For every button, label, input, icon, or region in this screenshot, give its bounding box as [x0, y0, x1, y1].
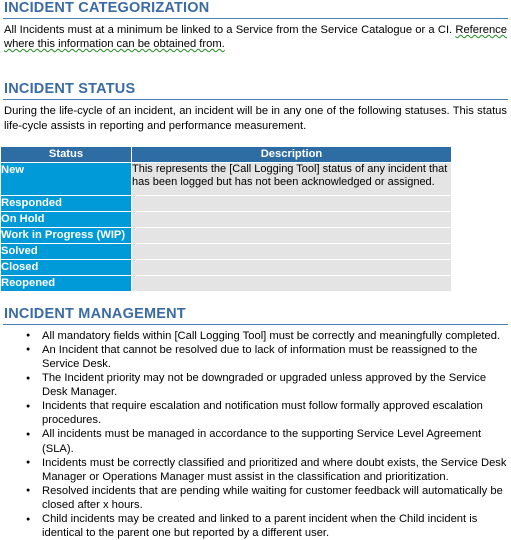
paragraph-incident-status: During the life-cycle of an incident, an… [4, 105, 507, 132]
status-cell-new: New [1, 162, 131, 195]
table-row: On Hold [1, 211, 451, 227]
list-item: An Incident that cannot be resolved due … [26, 342, 507, 371]
table-row: Work in Progress (WIP) [1, 227, 451, 243]
list-item: All incidents must be managed in accorda… [26, 427, 507, 455]
status-cell-solved: Solved [1, 243, 131, 259]
categorization-text-plain: All Incidents must at a minimum be linke… [4, 24, 456, 36]
status-cell-closed: Closed [1, 259, 131, 275]
table-body: New This represents the [Call Logging To… [1, 162, 451, 291]
column-header-status: Status [1, 146, 131, 162]
heading-divider-status [3, 99, 508, 101]
status-cell-on-hold: On Hold [1, 211, 131, 227]
list-item: Incidents must be correctly classified a… [26, 455, 507, 484]
section-incident-status: INCIDENT STATUS During the life-cycle of… [0, 81, 511, 292]
paragraph-incident-categorization: All Incidents must at a minimum be linke… [4, 23, 507, 51]
section-incident-management: INCIDENT MANAGEMENT All mandatory fields… [0, 306, 511, 540]
heading-divider-management [3, 323, 508, 325]
description-cell-on-hold [132, 211, 451, 227]
table-row: Solved [1, 243, 451, 259]
table-row: New This represents the [Call Logging To… [1, 162, 451, 195]
section-incident-categorization: INCIDENT CATEGORIZATION All Incidents mu… [0, 0, 511, 51]
list-item: Child incidents may be created and linke… [26, 512, 507, 540]
description-cell-closed [132, 259, 451, 275]
list-item: Incidents that require escalation and no… [26, 399, 507, 427]
table-header: Status Description [1, 146, 451, 162]
description-cell-solved [132, 243, 451, 259]
status-cell-reopened: Reopened [1, 275, 131, 291]
description-cell-new: This represents the [Call Logging Tool] … [132, 162, 451, 195]
status-cell-work-in-progress: Work in Progress (WIP) [1, 227, 131, 243]
description-cell-work-in-progress [132, 227, 451, 243]
table-header-row: Status Description [1, 146, 451, 162]
column-header-description: Description [132, 146, 451, 162]
page-title-incident-status: INCIDENT STATUS [4, 81, 136, 98]
incident-management-bullet-list: All mandatory fields within [Call Loggin… [0, 328, 511, 540]
status-cell-responded: Responded [1, 195, 131, 211]
table-row: Reopened [1, 275, 451, 291]
description-cell-responded [132, 195, 451, 211]
description-cell-reopened [132, 275, 451, 291]
list-item: All mandatory fields within [Call Loggin… [26, 328, 507, 343]
page-title-incident-management: INCIDENT MANAGEMENT [4, 305, 186, 322]
incident-status-table: Status Description New This represents t… [0, 145, 452, 292]
list-item: Resolved incidents that are pending whil… [26, 483, 507, 512]
table-row: Closed [1, 259, 451, 275]
page-title-incident-categorization: INCIDENT CATEGORIZATION [4, 0, 210, 16]
table-row: Responded [1, 195, 451, 211]
list-item: The Incident priority may not be downgra… [26, 371, 507, 399]
heading-divider-categorization [3, 18, 508, 19]
document-page: INCIDENT CATEGORIZATION All Incidents mu… [0, 0, 511, 540]
